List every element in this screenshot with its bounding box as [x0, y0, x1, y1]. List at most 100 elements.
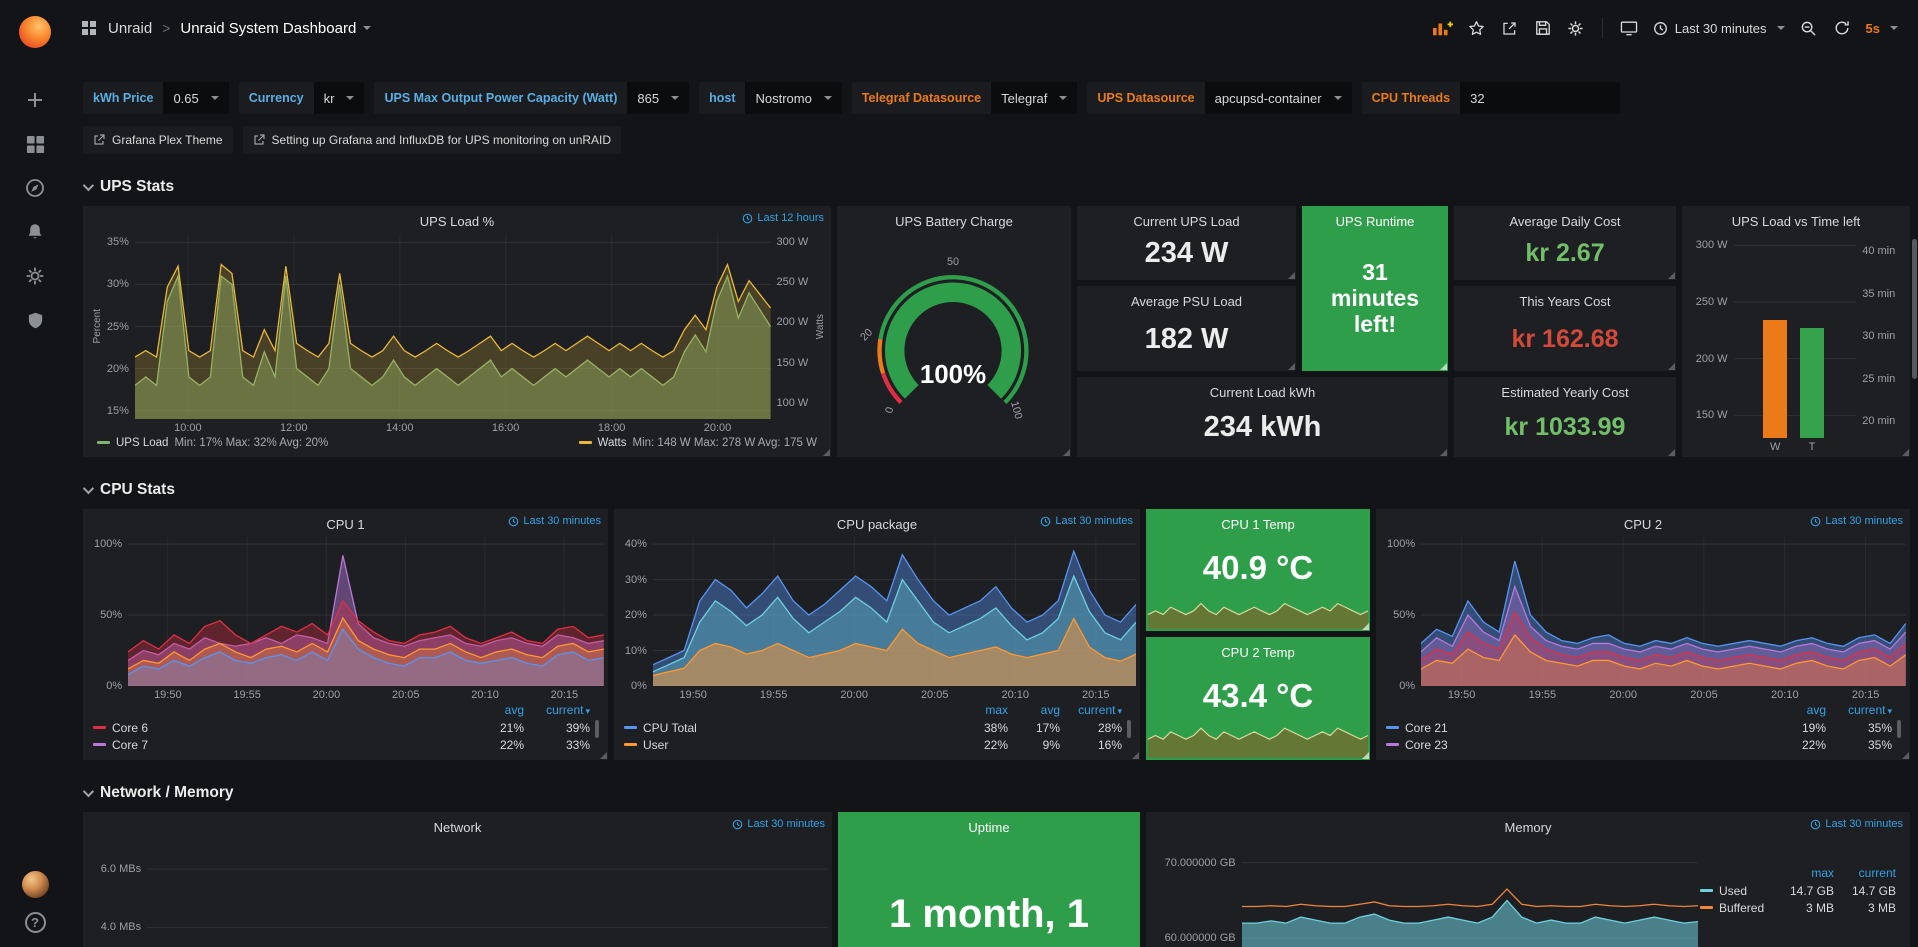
panel-title[interactable]: CPU package — [837, 517, 917, 532]
breadcrumb-app[interactable]: Unraid — [108, 20, 152, 37]
refresh-interval-picker[interactable]: 5s — [1860, 12, 1904, 44]
settings-gear-icon[interactable] — [1561, 12, 1591, 44]
add-panel-icon[interactable] — [1427, 12, 1459, 44]
legend-series[interactable]: Used — [1700, 884, 1772, 898]
panel-title[interactable]: Current Load kWh — [1210, 385, 1316, 400]
panel-title[interactable]: UPS Load % — [420, 214, 494, 229]
variable-cpu-threads[interactable]: CPU Threads32 — [1362, 82, 1621, 114]
chevron-down-icon — [1777, 26, 1785, 30]
legend-series[interactable]: Buffered — [1700, 901, 1772, 915]
variable-ups-max-output[interactable]: UPS Max Output Power Capacity (Watt)865 — [374, 82, 689, 114]
cpu-package-chart[interactable]: 40%30%20%10%0%19:5019:5520:0020:0520:102… — [622, 537, 1136, 702]
chevron-down-icon[interactable] — [363, 26, 371, 30]
page-scrollbar[interactable] — [1912, 239, 1917, 379]
dashboard-link-grafana-plex-theme[interactable]: Grafana Plex Theme — [83, 126, 233, 154]
legend-col-header[interactable]: avg — [1770, 703, 1826, 717]
panel-title[interactable]: Average Daily Cost — [1509, 214, 1620, 229]
panel-title[interactable]: CPU 2 — [1624, 517, 1662, 532]
panel-time-override[interactable]: Last 30 minutes — [1810, 818, 1903, 830]
save-icon[interactable] — [1528, 12, 1558, 44]
variable-kwh-price[interactable]: kWh Price0.65 — [83, 82, 229, 114]
refresh-icon[interactable] — [1827, 12, 1857, 44]
help-icon[interactable] — [25, 912, 46, 933]
legend-col-header[interactable]: max — [956, 703, 1008, 717]
legend-series-ups-load[interactable]: UPS Load — [116, 437, 168, 449]
legend-col-header[interactable]: current — [524, 703, 590, 717]
legend-col-header[interactable]: current — [1834, 866, 1896, 880]
panel-title[interactable]: UPS Runtime — [1336, 214, 1415, 229]
create-plus-icon[interactable] — [12, 78, 58, 122]
panel-title[interactable]: CPU 2 Temp — [1221, 645, 1294, 660]
dashboards-icon[interactable] — [12, 122, 58, 166]
section-network-memory[interactable]: Network / Memory — [83, 784, 1910, 802]
bar-T[interactable] — [1800, 328, 1825, 439]
ups-load-vs-time-chart[interactable]: 300 W250 W200 W150 WWT40 min35 min30 min… — [1690, 234, 1906, 454]
panel-time-override[interactable]: Last 30 minutes — [732, 818, 825, 830]
ups-load-legend: UPS LoadMin: 17% Max: 32% Avg: 20% Watts… — [89, 433, 825, 452]
y-tick-label: 35% — [107, 236, 129, 248]
breadcrumb-dashboard-title[interactable]: Unraid System Dashboard — [180, 20, 356, 37]
panel-time-override[interactable]: Last 12 hours — [742, 212, 824, 224]
panel-title[interactable]: UPS Load vs Time left — [1732, 214, 1861, 229]
legend-series[interactable]: Core 23 — [1386, 738, 1770, 752]
panel-title[interactable]: Average PSU Load — [1131, 294, 1242, 309]
panel-title[interactable]: Uptime — [968, 820, 1009, 835]
panel-title[interactable]: Current UPS Load — [1133, 214, 1239, 229]
section-cpu-stats[interactable]: CPU Stats — [83, 481, 1910, 499]
legend-series[interactable]: Core 7 — [93, 738, 468, 752]
explore-compass-icon[interactable] — [12, 166, 58, 210]
tv-mode-icon[interactable] — [1614, 12, 1644, 44]
legend-series[interactable]: User — [624, 738, 956, 752]
network-chart[interactable]: 6.0 MBs4.0 MBs2.0 MBs — [91, 840, 828, 947]
panel-time-override[interactable]: Last 30 minutes — [508, 515, 601, 527]
panel-title[interactable]: UPS Battery Charge — [895, 214, 1013, 229]
cpu2-temp-sparkline — [1148, 706, 1368, 758]
variable-currency[interactable]: Currencykr — [239, 82, 365, 114]
battery-gauge[interactable]: 02050100100% — [845, 234, 1061, 452]
panel-title[interactable]: CPU 1 — [326, 517, 364, 532]
legend-scrollbar[interactable] — [595, 720, 599, 738]
svg-text:0: 0 — [883, 406, 896, 415]
legend-col-header[interactable]: max — [1772, 866, 1834, 880]
legend-col-header[interactable]: current — [1826, 703, 1892, 717]
memory-chart[interactable]: 70.000000 GB60.000000 GB50.000000 GB — [1154, 840, 1698, 947]
alerting-bell-icon[interactable] — [12, 210, 58, 254]
time-picker[interactable]: Last 30 minutes — [1647, 12, 1791, 44]
variable-telegraf-datasource[interactable]: Telegraf DatasourceTelegraf — [852, 82, 1078, 114]
panel-time-override[interactable]: Last 30 minutes — [1810, 515, 1903, 527]
zoom-out-icon[interactable] — [1794, 12, 1824, 44]
cpu2-chart[interactable]: 100%50%0%19:5019:5520:0020:0520:1020:15 — [1384, 537, 1906, 702]
legend-scrollbar[interactable] — [1127, 720, 1131, 738]
legend-row: Core 7 22%33% — [93, 736, 590, 753]
legend-series[interactable]: Core 6 — [93, 721, 468, 735]
legend-scrollbar[interactable] — [1897, 720, 1901, 738]
star-icon[interactable] — [1462, 12, 1492, 44]
ups-load-chart[interactable]: Percent35%30%25%20%15%10:0012:0014:0016:… — [91, 234, 827, 435]
configuration-gear-icon[interactable] — [12, 254, 58, 298]
legend-series[interactable]: Core 21 — [1386, 721, 1770, 735]
share-icon[interactable] — [1495, 12, 1525, 44]
cpu1-chart[interactable]: 100%50%0%19:5019:5520:0020:0520:1020:15 — [91, 537, 604, 702]
panel-title[interactable]: Estimated Yearly Cost — [1501, 385, 1628, 400]
legend-col-header[interactable]: avg — [468, 703, 524, 717]
legend-col-header[interactable]: current — [1060, 703, 1122, 717]
panel-title[interactable]: Memory — [1505, 820, 1552, 835]
bar-W[interactable] — [1763, 320, 1788, 438]
variable-host[interactable]: hostNostromo — [699, 82, 842, 114]
dashboard-grid-icon[interactable] — [74, 12, 104, 44]
panel-time-override[interactable]: Last 30 minutes — [1040, 515, 1133, 527]
panel-title[interactable]: This Years Cost — [1519, 294, 1610, 309]
dashboard-link-ups-monitoring-guide[interactable]: Setting up Grafana and InfluxDB for UPS … — [243, 126, 622, 154]
grafana-logo-icon[interactable] — [19, 16, 51, 48]
panel-title[interactable]: Network — [434, 820, 482, 835]
section-ups-stats[interactable]: UPS Stats — [83, 178, 1910, 196]
variable-ups-datasource[interactable]: UPS Datasourceapcupsd-container — [1087, 82, 1351, 114]
clock-icon — [742, 213, 753, 224]
y-axis: 40%30%20%10%0% — [622, 537, 653, 686]
user-avatar[interactable] — [22, 871, 49, 898]
legend-col-header[interactable]: avg — [1008, 703, 1060, 717]
legend-series-watts[interactable]: Watts — [598, 437, 627, 449]
legend-series[interactable]: CPU Total — [624, 721, 956, 735]
panel-title[interactable]: CPU 1 Temp — [1221, 517, 1294, 532]
admin-shield-icon[interactable] — [12, 298, 58, 342]
